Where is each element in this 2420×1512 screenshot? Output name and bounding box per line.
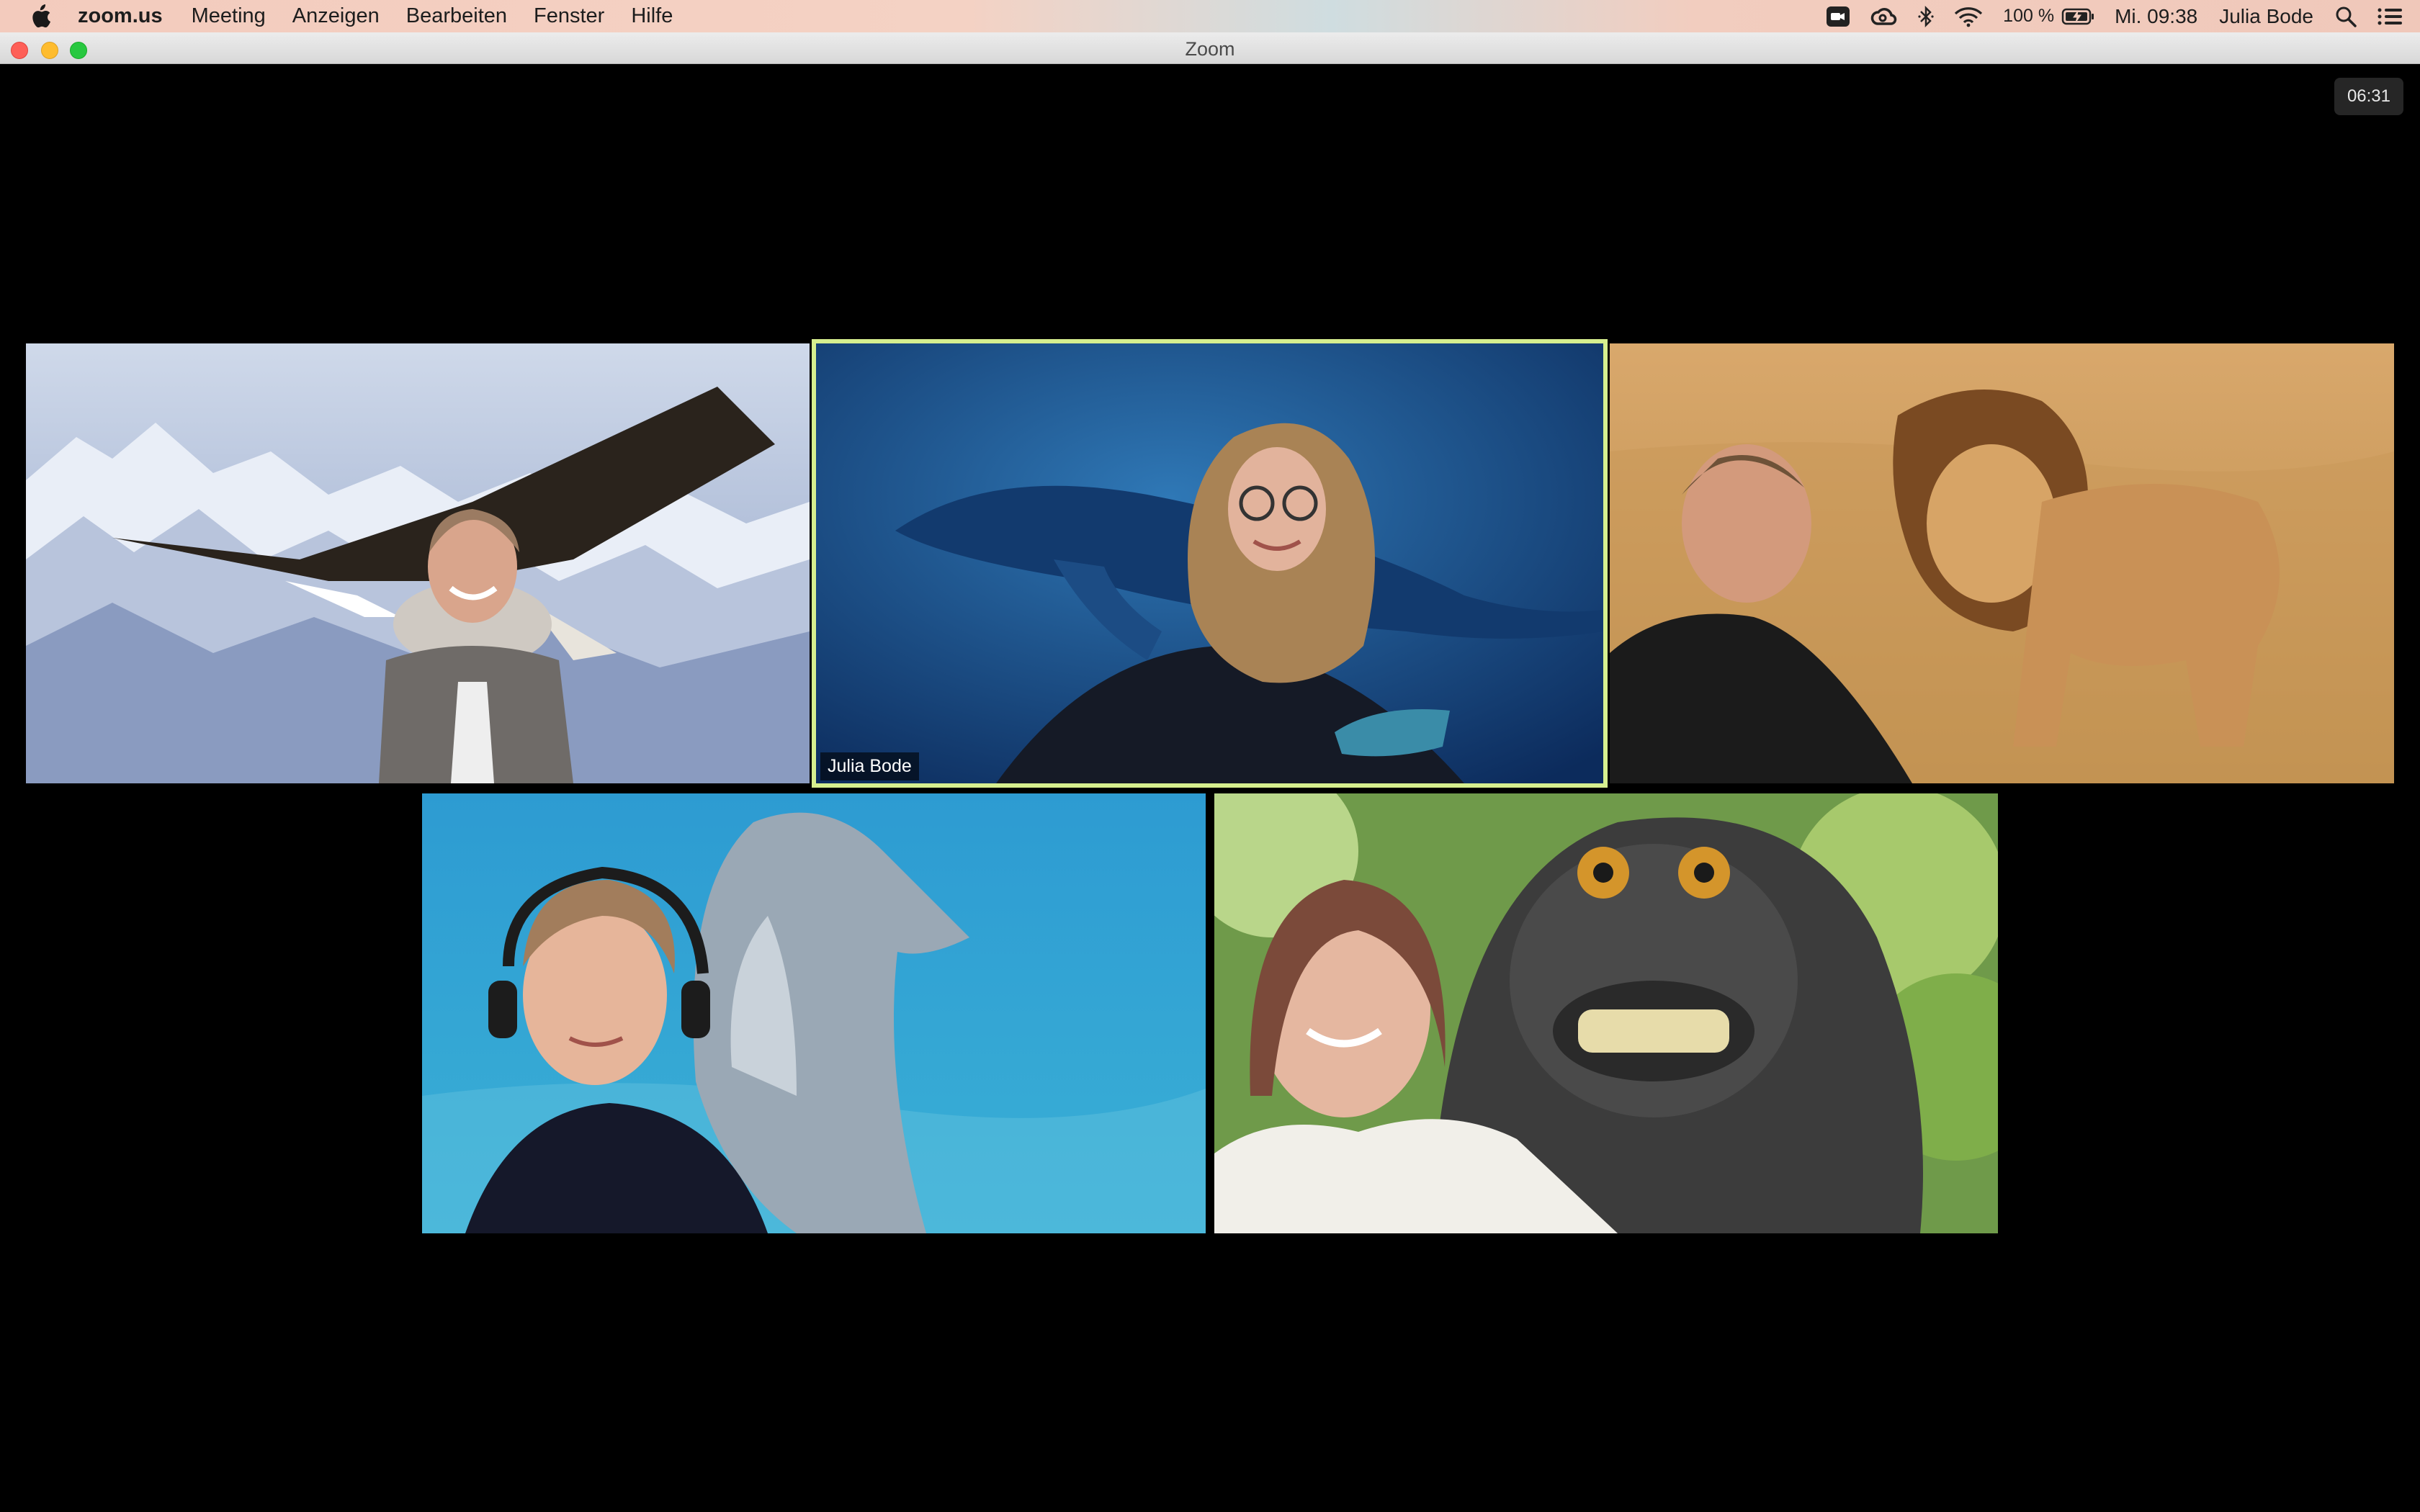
apple-menu-icon[interactable]	[27, 4, 52, 30]
zoom-status-icon[interactable]	[1826, 6, 1850, 27]
menu-extras: 100 % Mi. 09:38 Julia Bode	[1826, 0, 2420, 32]
menu-clock[interactable]: Mi. 09:38	[2115, 5, 2197, 28]
menu-fenster[interactable]: Fenster	[534, 4, 604, 28]
participant-video-tile[interactable]	[26, 343, 810, 783]
video-dolphin-background	[422, 793, 1206, 1233]
video-eagle-background	[26, 343, 810, 783]
meeting-gallery: 06:31 Julia Bode	[0, 65, 2420, 1512]
spotlight-search-icon[interactable]	[2335, 6, 2357, 27]
video-lion-background	[1610, 343, 2394, 783]
menu-app-name[interactable]: zoom.us	[78, 4, 163, 28]
window-title-bar[interactable]: Zoom	[0, 32, 2420, 64]
bluetooth-icon[interactable]	[1918, 5, 1934, 27]
window-title: Zoom	[1185, 38, 1235, 60]
creative-cloud-icon[interactable]	[1870, 6, 1898, 27]
participant-video-tile[interactable]	[422, 793, 1206, 1233]
menu-anzeigen[interactable]: Anzeigen	[292, 4, 380, 28]
participant-video-tile[interactable]	[1214, 793, 1998, 1233]
wifi-icon[interactable]	[1954, 6, 1983, 27]
menu-bearbeiten[interactable]: Bearbeiten	[406, 4, 507, 28]
meeting-timer: 06:31	[2334, 78, 2403, 115]
video-whale-background	[816, 343, 1603, 783]
menu-user-name[interactable]: Julia Bode	[2219, 5, 2313, 28]
menu-hilfe[interactable]: Hilfe	[631, 4, 673, 28]
video-macaque-background	[1214, 793, 1998, 1233]
battery-percent: 100 %	[2003, 6, 2055, 26]
participant-name-label: Julia Bode	[820, 752, 919, 780]
participant-video-tile[interactable]	[1610, 343, 2394, 783]
battery-icon[interactable]	[2061, 7, 2094, 26]
menu-meeting[interactable]: Meeting	[192, 4, 266, 28]
participant-video-tile-active[interactable]: Julia Bode	[812, 339, 1608, 788]
control-center-icon[interactable]	[2377, 6, 2403, 27]
menu-bar: zoom.us Meeting Anzeigen Bearbeiten Fens…	[0, 0, 2420, 32]
